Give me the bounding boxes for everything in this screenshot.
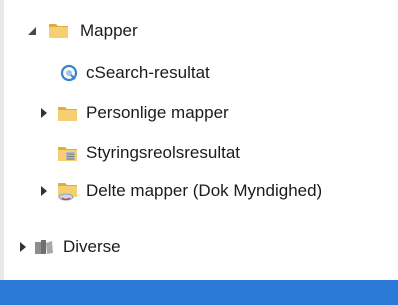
tree-node-styringsreolsresultat[interactable]: Styringsreolsresultat [0,138,398,168]
tree-node-label: Delte mapper (Dok Myndighed) [86,181,323,200]
tree-node-csearch-resultat[interactable]: cSearch-resultat [0,58,398,88]
status-bar [0,280,398,305]
folder-tree: Mapper cSearch-resultat Personlige mappe… [0,0,398,280]
tree-node-delte-mapper[interactable]: Delte mapper (Dok Myndighed) [0,176,398,206]
tree-node-label: Diverse [63,237,121,256]
shared-folder-icon [58,183,77,201]
tree-node-personlige-mapper[interactable]: Personlige mapper [0,98,398,128]
expanded-chevron-icon[interactable] [27,26,37,36]
tree-node-mapper[interactable]: Mapper [0,16,398,46]
tree-node-label: Styringsreolsresultat [86,143,241,162]
tree-node-label: cSearch-resultat [86,63,210,82]
collapsed-chevron-icon[interactable] [20,242,26,252]
miscellaneous-icon [35,240,53,254]
folder-icon [58,107,77,121]
folder-icon [49,24,68,38]
collapsed-chevron-icon[interactable] [41,186,47,196]
tree-node-label: Mapper [80,21,138,40]
shelf-result-folder-icon [58,147,77,161]
collapsed-chevron-icon[interactable] [41,108,47,118]
tree-node-diverse[interactable]: Diverse [0,232,398,262]
search-result-icon [60,64,78,82]
tree-node-label: Personlige mapper [86,103,229,122]
